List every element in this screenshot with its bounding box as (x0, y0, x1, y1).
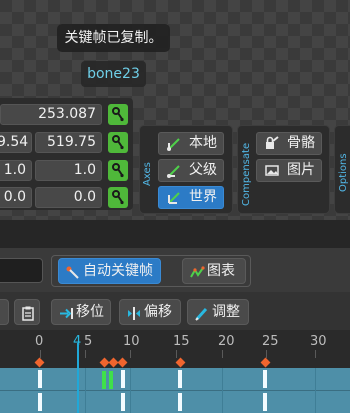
compensate-images-button[interactable]: 图片 (256, 159, 322, 182)
tick-label-25: 25 (262, 334, 279, 349)
compensate-images-label: 图片 (287, 162, 315, 178)
lock-translate-button[interactable] (108, 104, 128, 125)
autokey-label: 自动关键帧 (83, 263, 153, 279)
options-label: Options (338, 153, 349, 192)
axes-parent-button[interactable]: 父级 (158, 159, 224, 182)
lock-shear-button[interactable] (108, 187, 128, 208)
keyframe[interactable] (263, 370, 267, 388)
tick-label-10: 10 (123, 334, 140, 349)
tick-label-0: 0 (35, 334, 44, 349)
chain-link-icon (112, 107, 124, 122)
graph-button[interactable]: 图表 (182, 258, 246, 284)
compensate-group: Compensate 骨骼 图片 (237, 125, 330, 214)
offset-button[interactable]: 偏移 (119, 299, 181, 325)
world-axes-icon (166, 190, 182, 212)
compensate-bones-button[interactable]: 骨骼 (256, 132, 322, 155)
grid-line (130, 368, 131, 413)
ruler-tick (176, 350, 177, 358)
axes-local-label: 本地 (189, 135, 217, 151)
tick-label-15: 15 (173, 334, 190, 349)
keyframe[interactable] (38, 370, 42, 388)
ruler-tick (222, 350, 223, 358)
scale-x-field[interactable]: 1.0 (0, 160, 32, 181)
rotate-y-field[interactable]: 519.75 (35, 132, 102, 153)
bone-name-label: bone23 (81, 61, 146, 87)
grid-line (85, 368, 86, 413)
keyframe[interactable] (38, 393, 42, 411)
offset-icon (126, 305, 142, 329)
axes-group: Axes 本地 父级 世界 (139, 125, 233, 214)
keyframe[interactable] (178, 370, 182, 388)
axes-label: Axes (142, 162, 153, 186)
move-right-icon (58, 305, 74, 329)
keyframe[interactable] (178, 393, 182, 411)
selected-keyframe[interactable] (109, 371, 113, 389)
graph-icon (189, 264, 205, 288)
translate-y-field[interactable]: 253.087 (0, 104, 102, 125)
toast-message: 关键帧已复制。 (57, 24, 170, 52)
bone-lock-icon (264, 136, 280, 158)
autokey-icon (65, 264, 81, 288)
tick-label-30: 30 (310, 334, 327, 349)
adjust-label: 调整 (212, 304, 240, 320)
keyframe[interactable] (121, 393, 125, 411)
offset-label: 偏移 (144, 304, 172, 320)
ruler-tick (130, 350, 131, 358)
compensate-bones-label: 骨骼 (287, 135, 315, 151)
autokey-button[interactable]: 自动关键帧 (58, 258, 161, 284)
timeline-track[interactable] (0, 368, 350, 390)
selected-keyframe[interactable] (102, 371, 106, 389)
chain-link-icon (112, 163, 124, 178)
scale-y-field[interactable]: 1.0 (35, 160, 102, 181)
rotate-x-field[interactable]: 9.54 (0, 132, 32, 153)
grid-line (315, 368, 316, 413)
ruler-tick (40, 350, 41, 358)
shear-y-field[interactable]: 0.0 (35, 187, 102, 208)
axes-parent-label: 父级 (189, 162, 217, 178)
chain-link-icon (112, 190, 124, 205)
grid-line (222, 368, 223, 413)
keyframe[interactable] (263, 393, 267, 411)
ruler-tick (85, 350, 86, 358)
pencil-icon (194, 305, 210, 329)
panel-divider (0, 220, 350, 248)
compensate-label: Compensate (241, 142, 252, 206)
playhead[interactable] (77, 343, 79, 413)
paste-button[interactable] (14, 299, 40, 325)
chain-link-icon (112, 135, 124, 150)
tool-button-clipped[interactable] (0, 299, 9, 325)
tick-label-5: 5 (84, 334, 93, 349)
frame-input[interactable] (0, 258, 43, 283)
graph-label: 图表 (207, 263, 235, 279)
lock-scale-button[interactable] (108, 160, 128, 181)
tick-label-20: 20 (218, 334, 235, 349)
ruler-tick (266, 350, 267, 358)
options-group: Options (334, 125, 350, 214)
keyframe[interactable] (121, 370, 125, 388)
timeline-track[interactable] (0, 391, 350, 413)
ruler-tick (315, 350, 316, 358)
adjust-button[interactable]: 调整 (187, 299, 249, 325)
shear-x-field[interactable]: 0.0 (0, 187, 32, 208)
axes-local-button[interactable]: 本地 (158, 132, 224, 155)
axes-world-button[interactable]: 世界 (158, 186, 224, 209)
move-label: 移位 (76, 304, 104, 320)
move-button[interactable]: 移位 (51, 299, 111, 325)
local-axes-icon (166, 136, 182, 158)
image-icon (264, 163, 280, 185)
axes-world-label: 世界 (189, 189, 217, 205)
clipboard-icon (21, 305, 35, 329)
parent-axes-icon (166, 163, 182, 185)
lock-rotate-button[interactable] (108, 132, 128, 153)
